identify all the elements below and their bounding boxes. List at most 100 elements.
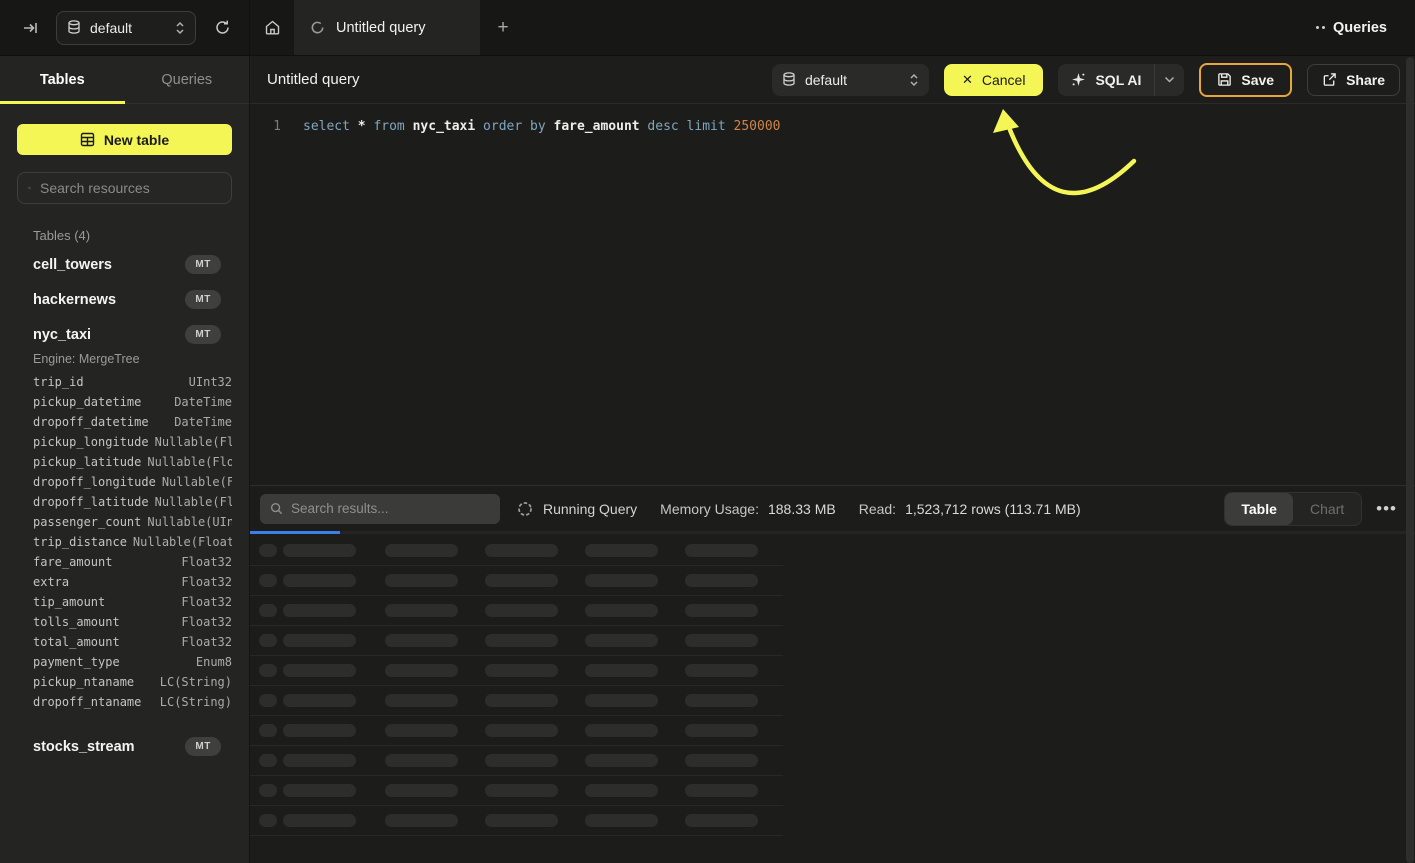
column-type: Float32 (181, 635, 232, 649)
sql-editor[interactable]: 1 select * from nyc_taxi order by fare_a… (250, 104, 1415, 485)
tables-section-label: Tables (4) (33, 228, 232, 243)
skeleton-cell (585, 694, 658, 707)
main-row: Tables Queries New table (0, 56, 1415, 863)
query-progress-bar (250, 531, 340, 534)
skeleton-cell (283, 724, 356, 737)
table-list-item[interactable]: cell_towersMT (17, 247, 232, 282)
database-selector-value: default (90, 20, 166, 36)
skeleton-row (250, 596, 783, 626)
skeleton-cell (259, 544, 277, 557)
skeleton-row (250, 536, 783, 566)
query-title: Untitled query (267, 71, 360, 88)
sparkle-ai-icon (1071, 72, 1086, 87)
queries-link[interactable]: Queries (1316, 20, 1387, 36)
sidebar-tab-queries[interactable]: Queries (125, 56, 250, 103)
sql-token-kw: order by (483, 119, 553, 134)
view-toggle-table[interactable]: Table (1225, 493, 1293, 525)
view-toggle-chart[interactable]: Chart (1293, 493, 1361, 525)
skeleton-cell (685, 724, 758, 737)
skeleton-cell (485, 574, 558, 587)
skeleton-cell (585, 754, 658, 767)
spacer (17, 715, 232, 729)
new-tab-button[interactable]: + (480, 0, 526, 55)
table-name: hackernews (33, 292, 116, 308)
results-search-input[interactable] (291, 501, 490, 516)
column-name: trip_id (33, 375, 84, 389)
column-name: tip_amount (33, 595, 105, 609)
collapse-sidebar-button[interactable] (18, 16, 42, 40)
sql-ai-button[interactable]: SQL AI (1058, 64, 1184, 96)
more-options-button[interactable]: ••• (1376, 500, 1397, 517)
column-type: UInt32 (189, 375, 232, 389)
column-name: pickup_datetime (33, 395, 141, 409)
table-column-row: tolls_amountFloat32 (17, 615, 232, 635)
sql-ai-label: SQL AI (1095, 72, 1141, 88)
sidebar: Tables Queries New table (0, 56, 250, 863)
skeleton-cell (685, 754, 758, 767)
table-list-item[interactable]: hackernewsMT (17, 282, 232, 317)
skeleton-cell (485, 724, 558, 737)
skeleton-cell (259, 784, 277, 797)
column-name: pickup_longitude (33, 435, 149, 449)
chevron-updown-icon (909, 73, 919, 87)
skeleton-cell (283, 814, 356, 827)
database-icon (782, 72, 796, 87)
query-database-value: default (805, 72, 900, 88)
sidebar-tab-tables[interactable]: Tables (0, 56, 125, 103)
query-workspace: Untitled query default (250, 56, 1415, 863)
column-name: passenger_count (33, 515, 141, 529)
table-list-item[interactable]: nyc_taxiMT (17, 317, 232, 352)
sql-token-id: * (358, 119, 374, 134)
skeleton-cell (685, 694, 758, 707)
query-tab-active[interactable]: Untitled query (294, 0, 480, 55)
table-list-item[interactable]: stocks_streamMT (17, 729, 232, 764)
table-name: cell_towers (33, 257, 112, 273)
skeleton-cell (485, 754, 558, 767)
refresh-icon (214, 19, 231, 36)
column-type: Float32 (181, 595, 232, 609)
table-column-row: trip_distanceNullable(Float (17, 535, 232, 555)
query-database-selector[interactable]: default (772, 64, 929, 96)
database-icon (67, 20, 81, 35)
table-column-row: pickup_ntanameLC(String) (17, 675, 232, 695)
skeleton-cell (385, 664, 458, 677)
top-bar: default (0, 0, 1415, 56)
vertical-scrollbar[interactable] (1406, 57, 1414, 863)
table-column-row: payment_typeEnum8 (17, 655, 232, 675)
spinner-icon (517, 501, 533, 517)
sql-token-num: 250000 (734, 119, 781, 134)
home-button[interactable] (250, 0, 294, 55)
skeleton-cell (485, 664, 558, 677)
table-column-row: dropoff_longitudeNullable(F (17, 475, 232, 495)
skeleton-cell (585, 724, 658, 737)
table-column-row: dropoff_ntanameLC(String) (17, 695, 232, 715)
resource-search-input[interactable] (40, 180, 221, 196)
cancel-button[interactable]: ✕ Cancel (944, 64, 1044, 96)
memory-usage-value: 188.33 MB (768, 501, 836, 517)
skeleton-cell (685, 664, 758, 677)
sql-token-id: fare_amount (554, 119, 648, 134)
share-button[interactable]: Share (1307, 64, 1400, 96)
column-name: dropoff_longitude (33, 475, 156, 489)
skeleton-cell (385, 574, 458, 587)
column-type: Enum8 (196, 655, 232, 669)
skeleton-cell (259, 574, 277, 587)
topbar-left-section: default (0, 0, 250, 55)
search-icon (270, 502, 283, 515)
read-label: Read: (859, 501, 896, 517)
skeleton-cell (585, 634, 658, 647)
column-name: trip_distance (33, 535, 127, 549)
new-table-button[interactable]: New table (17, 124, 232, 155)
sql-ai-dropdown[interactable] (1155, 76, 1184, 83)
database-selector[interactable]: default (56, 11, 196, 45)
skeleton-cell (259, 724, 277, 737)
save-button[interactable]: Save (1199, 63, 1292, 97)
table-column-row: tip_amount Float32 (17, 595, 232, 615)
memory-usage-stat: Memory Usage: 188.33 MB (660, 501, 836, 517)
refresh-button[interactable] (210, 15, 235, 40)
skeleton-cell (259, 694, 277, 707)
skeleton-cell (485, 604, 558, 617)
skeleton-cell (485, 634, 558, 647)
skeleton-cell (259, 814, 277, 827)
queries-dots-icon (1316, 26, 1325, 29)
